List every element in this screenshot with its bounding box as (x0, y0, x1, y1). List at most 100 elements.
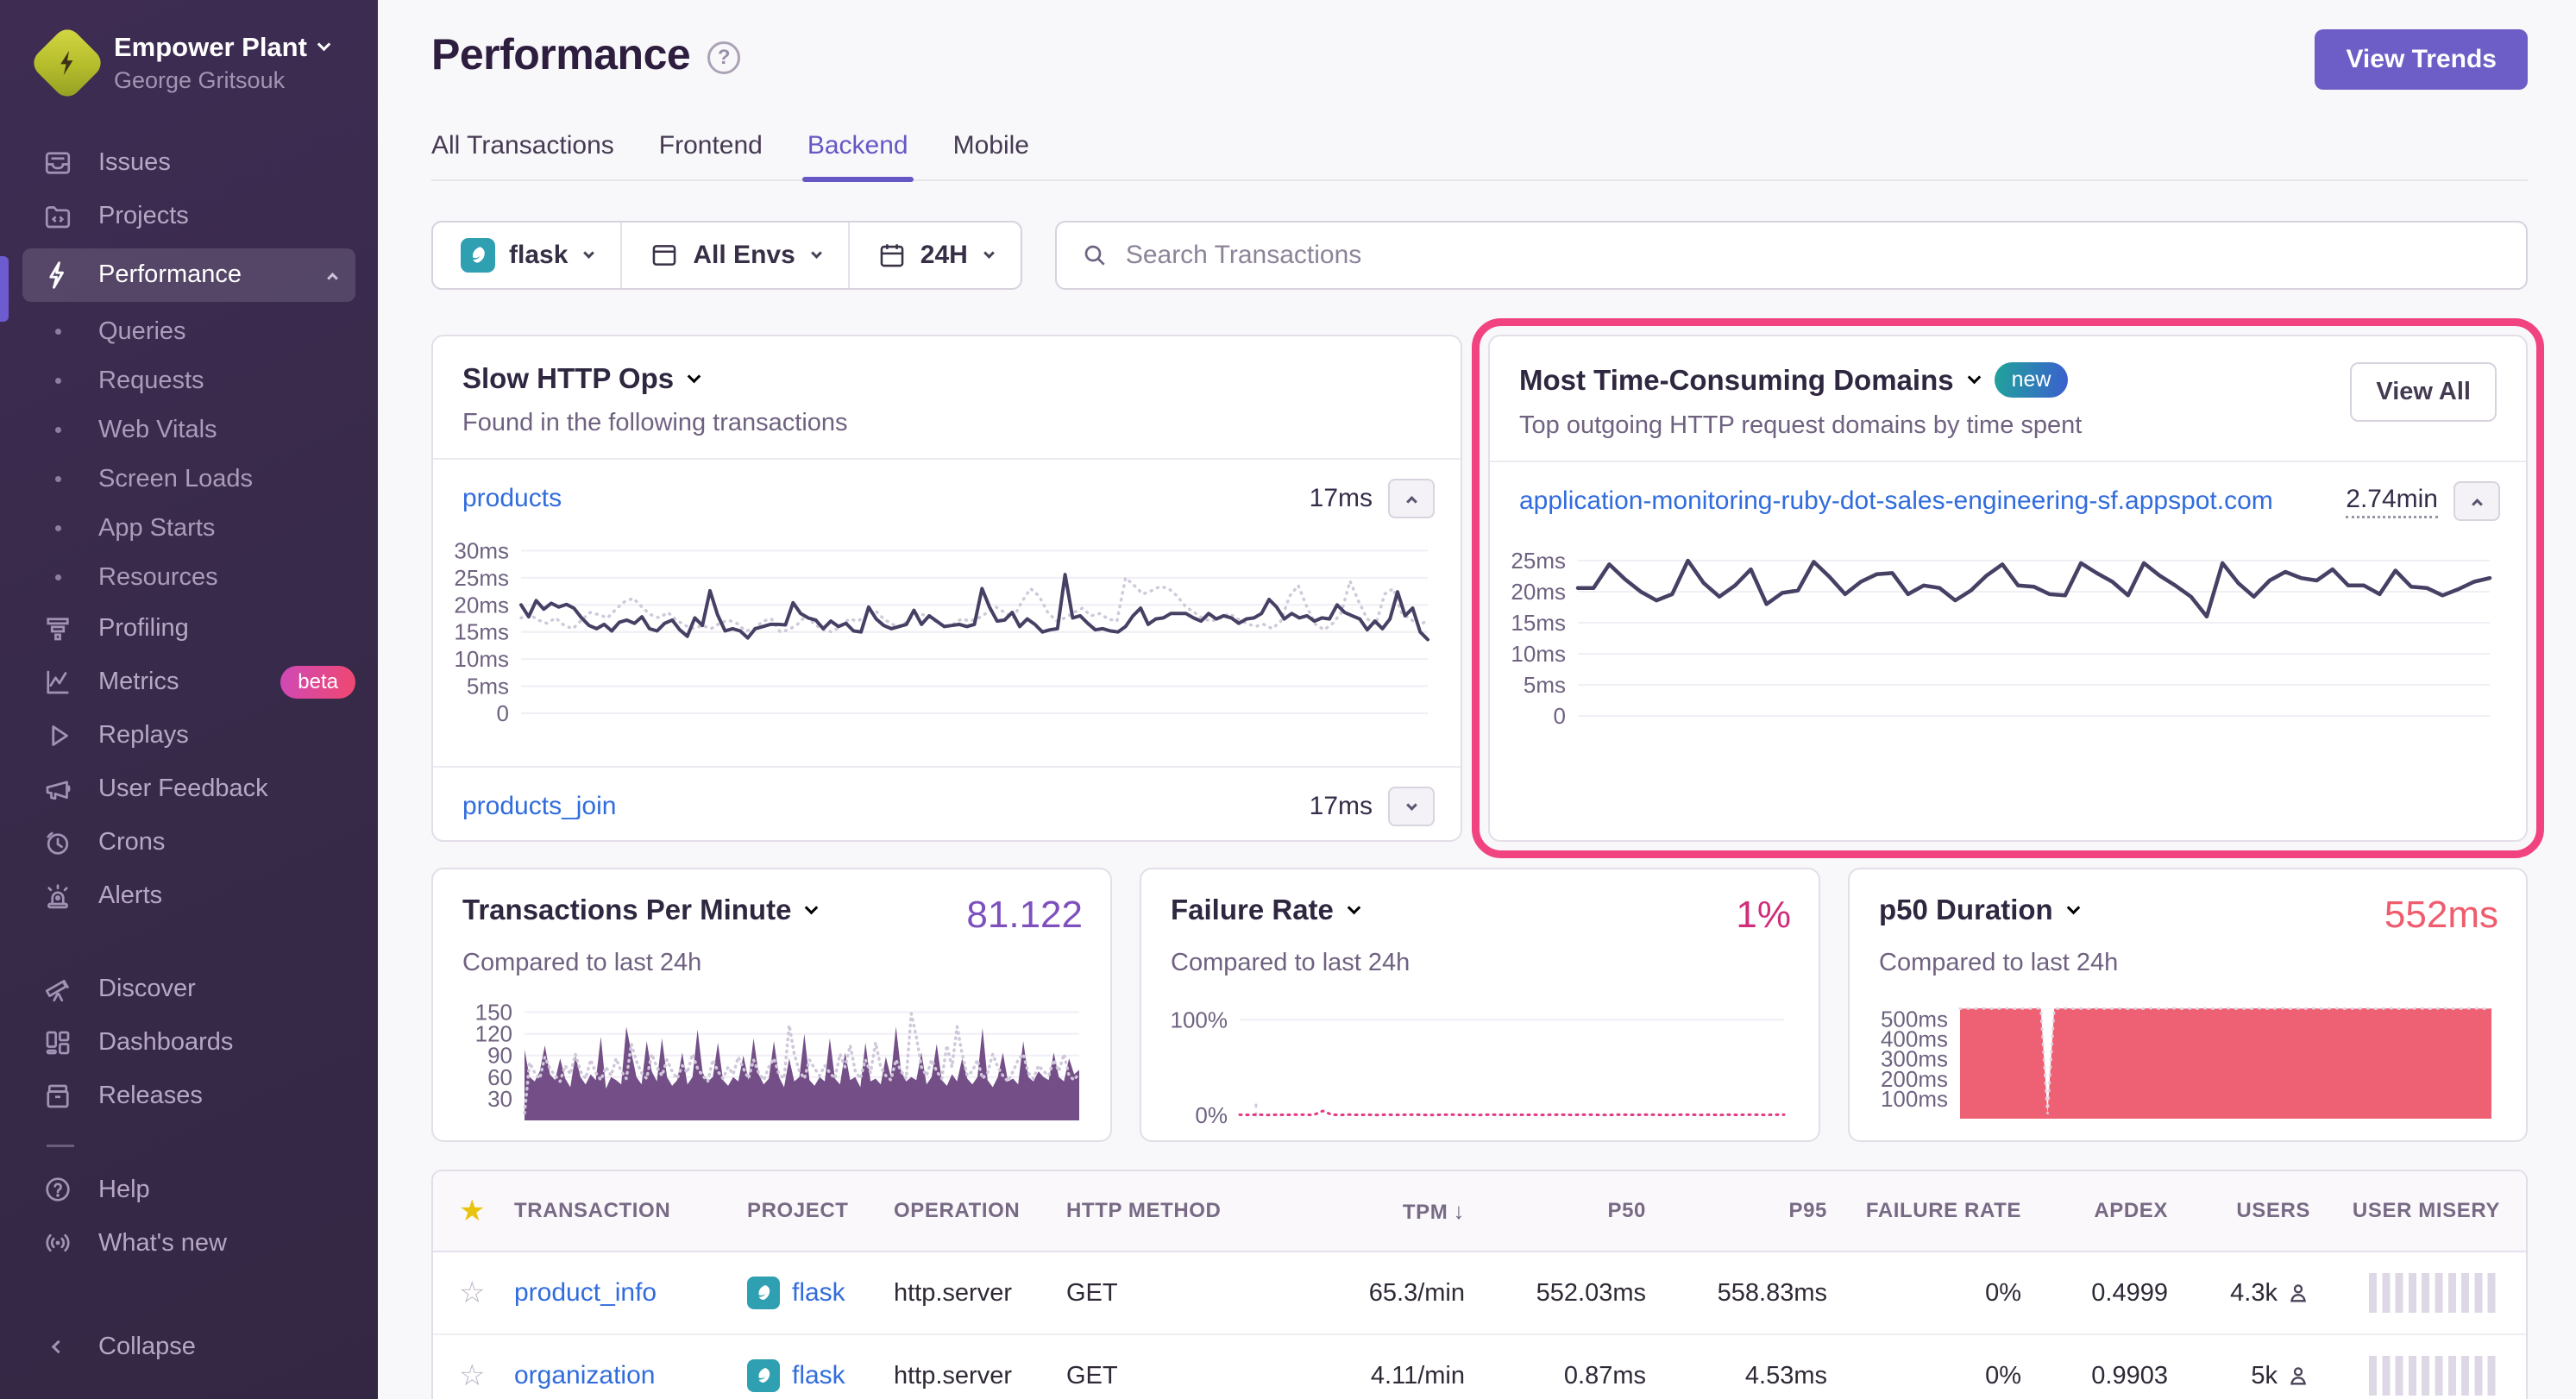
products-link[interactable]: products (462, 484, 562, 513)
col-tpm-sorted[interactable]: TPM↓ (1403, 1198, 1465, 1225)
sidebar-item-metrics[interactable]: Metricsbeta (0, 656, 378, 709)
domain-time-spent[interactable]: 2.74min (2346, 485, 2438, 518)
flask-project-icon (461, 238, 495, 273)
calendar-icon (877, 241, 907, 270)
sidebar-item-label: Requests (98, 367, 204, 395)
sidebar-item-label: Issues (98, 148, 171, 177)
tpm-title[interactable]: Transactions Per Minute (462, 894, 791, 926)
collapse-label: Collapse (98, 1333, 196, 1361)
col-users[interactable]: Users (2236, 1199, 2310, 1223)
sidebar: Empower Plant George Gritsouk Issues Proj… (0, 0, 378, 1399)
sidebar-item-discover[interactable]: Discover (0, 963, 378, 1016)
sidebar-item-whats-new[interactable]: What's new (0, 1216, 378, 1270)
transaction-link[interactable]: product_info (514, 1278, 747, 1308)
sidebar-item-replays[interactable]: Replays (0, 709, 378, 762)
collapse-row-button[interactable] (1388, 479, 1435, 518)
search-transactions[interactable] (1055, 221, 2528, 290)
sidebar-item-user-feedback[interactable]: User Feedback (0, 762, 378, 816)
col-operation[interactable]: Operation (894, 1199, 1066, 1223)
environment-filter[interactable]: All Envs (620, 223, 847, 288)
project-cell[interactable]: flask (747, 1277, 894, 1309)
sidebar-item-app-starts[interactable]: App Starts (0, 504, 378, 553)
col-p95[interactable]: P95 (1788, 1199, 1827, 1223)
tab-all-transactions[interactable]: All Transactions (431, 131, 614, 179)
svg-text:15ms: 15ms (1511, 610, 1566, 636)
svg-text:30: 30 (487, 1086, 512, 1112)
sidebar-item-issues[interactable]: Issues (0, 136, 378, 190)
sidebar-item-profiling[interactable]: Profiling (0, 602, 378, 656)
sidebar-item-releases[interactable]: Releases (0, 1070, 378, 1123)
tab-frontend[interactable]: Frontend (659, 131, 763, 179)
sidebar-item-help[interactable]: Help (0, 1163, 378, 1216)
svg-text:0: 0 (1554, 703, 1566, 729)
project-filter[interactable]: flask (433, 223, 620, 288)
view-trends-button[interactable]: View Trends (2315, 29, 2528, 90)
operation-cell: http.server (894, 1362, 1066, 1390)
failure-rate-value: 1% (1736, 894, 1791, 937)
releases-icon (41, 1080, 74, 1113)
col-p50[interactable]: P50 (1607, 1199, 1646, 1223)
sidebar-item-label: Queries (98, 317, 186, 346)
failure-rate-title[interactable]: Failure Rate (1171, 894, 1334, 926)
sidebar-item-queries[interactable]: Queries (0, 307, 378, 356)
domains-card-title[interactable]: Most Time-Consuming Domains (1519, 364, 1954, 397)
sidebar-item-crons[interactable]: Crons (0, 816, 378, 869)
p50-duration-subtitle: Compared to last 24h (1874, 949, 2498, 977)
metrics-icon (41, 666, 74, 699)
failure-cell: 0% (1985, 1279, 2021, 1308)
sidebar-item-alerts[interactable]: Alerts (0, 869, 378, 923)
user-icon (2286, 1364, 2310, 1388)
products-join-duration: 17ms (1310, 792, 1373, 821)
lightning-logo-icon (53, 48, 82, 78)
sidebar-collapse[interactable]: Collapse (0, 1320, 378, 1373)
project-filter-label: flask (509, 241, 568, 270)
sidebar-item-label: Projects (98, 202, 189, 230)
products-join-link[interactable]: products_join (462, 792, 616, 821)
help-icon[interactable]: ? (707, 41, 740, 74)
sidebar-item-label: Dashboards (98, 1028, 233, 1057)
sidebar-item-label: Screen Loads (98, 465, 253, 493)
sidebar-item-label: What's new (98, 1229, 227, 1258)
col-user-misery[interactable]: User Misery (2353, 1199, 2500, 1223)
table-row: ☆ organization flask http.server GET 4.1… (433, 1335, 2526, 1399)
project-cell[interactable]: flask (747, 1359, 894, 1392)
sidebar-item-web-vitals[interactable]: Web Vitals (0, 405, 378, 455)
sidebar-item-dashboards[interactable]: Dashboards (0, 1016, 378, 1070)
sidebar-item-screen-loads[interactable]: Screen Loads (0, 455, 378, 504)
star-outline-icon[interactable]: ☆ (459, 1358, 514, 1393)
svg-text:20ms: 20ms (454, 592, 509, 618)
sidebar-item-resources[interactable]: Resources (0, 553, 378, 602)
col-http-method[interactable]: HTTP Method (1066, 1199, 1265, 1223)
p50-duration-card: p50 Duration 552ms Compared to last 24h … (1848, 868, 2528, 1142)
date-range-filter[interactable]: 24H (848, 223, 1021, 288)
http-method-cell: GET (1066, 1362, 1265, 1390)
p50-duration-title[interactable]: p50 Duration (1879, 894, 2053, 926)
tab-mobile[interactable]: Mobile (953, 131, 1029, 179)
failure-rate-chart: 100%0% (1165, 998, 1791, 1129)
star-outline-icon[interactable]: ☆ (459, 1276, 514, 1310)
slow-http-ops-title[interactable]: Slow HTTP Ops (462, 362, 674, 395)
view-all-button[interactable]: View All (2350, 362, 2497, 422)
col-failure-rate[interactable]: Failure Rate (1866, 1199, 2021, 1223)
search-input[interactable] (1126, 241, 2502, 270)
sidebar-item-label: Profiling (98, 614, 189, 643)
expand-row-button[interactable] (1388, 787, 1435, 826)
org-switcher[interactable]: Empower Plant George Gritsouk (0, 31, 378, 95)
table-row: ☆ product_info flask http.server GET 65.… (433, 1252, 2526, 1335)
tpm-chart: 150120906030 (457, 998, 1083, 1129)
tab-backend[interactable]: Backend (807, 131, 908, 179)
col-transaction[interactable]: Transaction (514, 1199, 747, 1223)
collapse-row-button[interactable] (2453, 481, 2500, 521)
domain-link[interactable]: application-monitoring-ruby-dot-sales-en… (1519, 486, 2273, 516)
col-apdex[interactable]: Apdex (2094, 1199, 2168, 1223)
sidebar-item-label: Help (98, 1176, 150, 1204)
col-project[interactable]: Project (747, 1199, 894, 1223)
svg-text:15ms: 15ms (454, 619, 509, 645)
sidebar-item-performance[interactable]: Performance (22, 248, 355, 302)
sidebar-item-projects[interactable]: Projects (0, 190, 378, 243)
chevron-down-icon (983, 248, 995, 259)
transaction-link[interactable]: organization (514, 1361, 747, 1390)
transactions-table: ★ Transaction Project Operation HTTP Met… (431, 1170, 2528, 1399)
sidebar-item-requests[interactable]: Requests (0, 356, 378, 405)
star-filled-icon[interactable]: ★ (459, 1194, 514, 1228)
